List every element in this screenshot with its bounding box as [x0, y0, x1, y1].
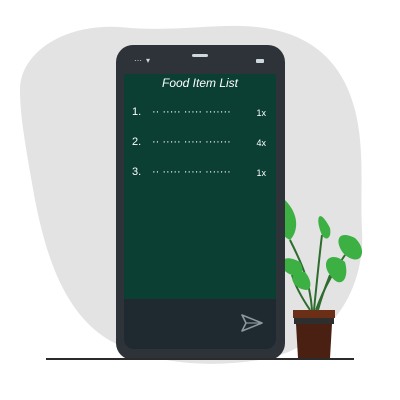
item-quantity: 1x [256, 168, 266, 178]
plant-pot [293, 310, 335, 358]
compose-bar [124, 299, 276, 349]
list-item[interactable]: 3. ·· ····· ····· ······· 1x [132, 166, 272, 182]
battery-icon [256, 59, 264, 63]
item-number: 3. [132, 166, 142, 178]
status-bar: ⋯ ▾ [124, 52, 276, 74]
status-icons: ⋯ ▾ [134, 56, 150, 65]
item-quantity: 4x [256, 138, 266, 148]
send-icon[interactable] [240, 313, 264, 333]
wifi-icon: ▾ [146, 56, 151, 65]
app-screen: Food Item List 1. ·· ····· ····· ·······… [124, 74, 276, 299]
list-item[interactable]: 2. ·· ····· ····· ······· 4x [132, 136, 272, 152]
speaker-notch [192, 54, 208, 57]
plant-leaves [276, 200, 363, 290]
item-name: ·· ····· ····· ······· [152, 106, 231, 118]
signal-icon: ⋯ [134, 56, 142, 65]
item-number: 2. [132, 136, 142, 148]
list-item[interactable]: 1. ·· ····· ····· ······· 1x [132, 106, 272, 122]
page-title: Food Item List [161, 76, 239, 90]
item-quantity: 1x [256, 108, 266, 118]
item-name: ·· ····· ····· ······· [152, 166, 231, 178]
ground-line [46, 358, 354, 360]
item-name: ·· ····· ····· ······· [152, 136, 231, 148]
item-number: 1. [132, 106, 142, 118]
